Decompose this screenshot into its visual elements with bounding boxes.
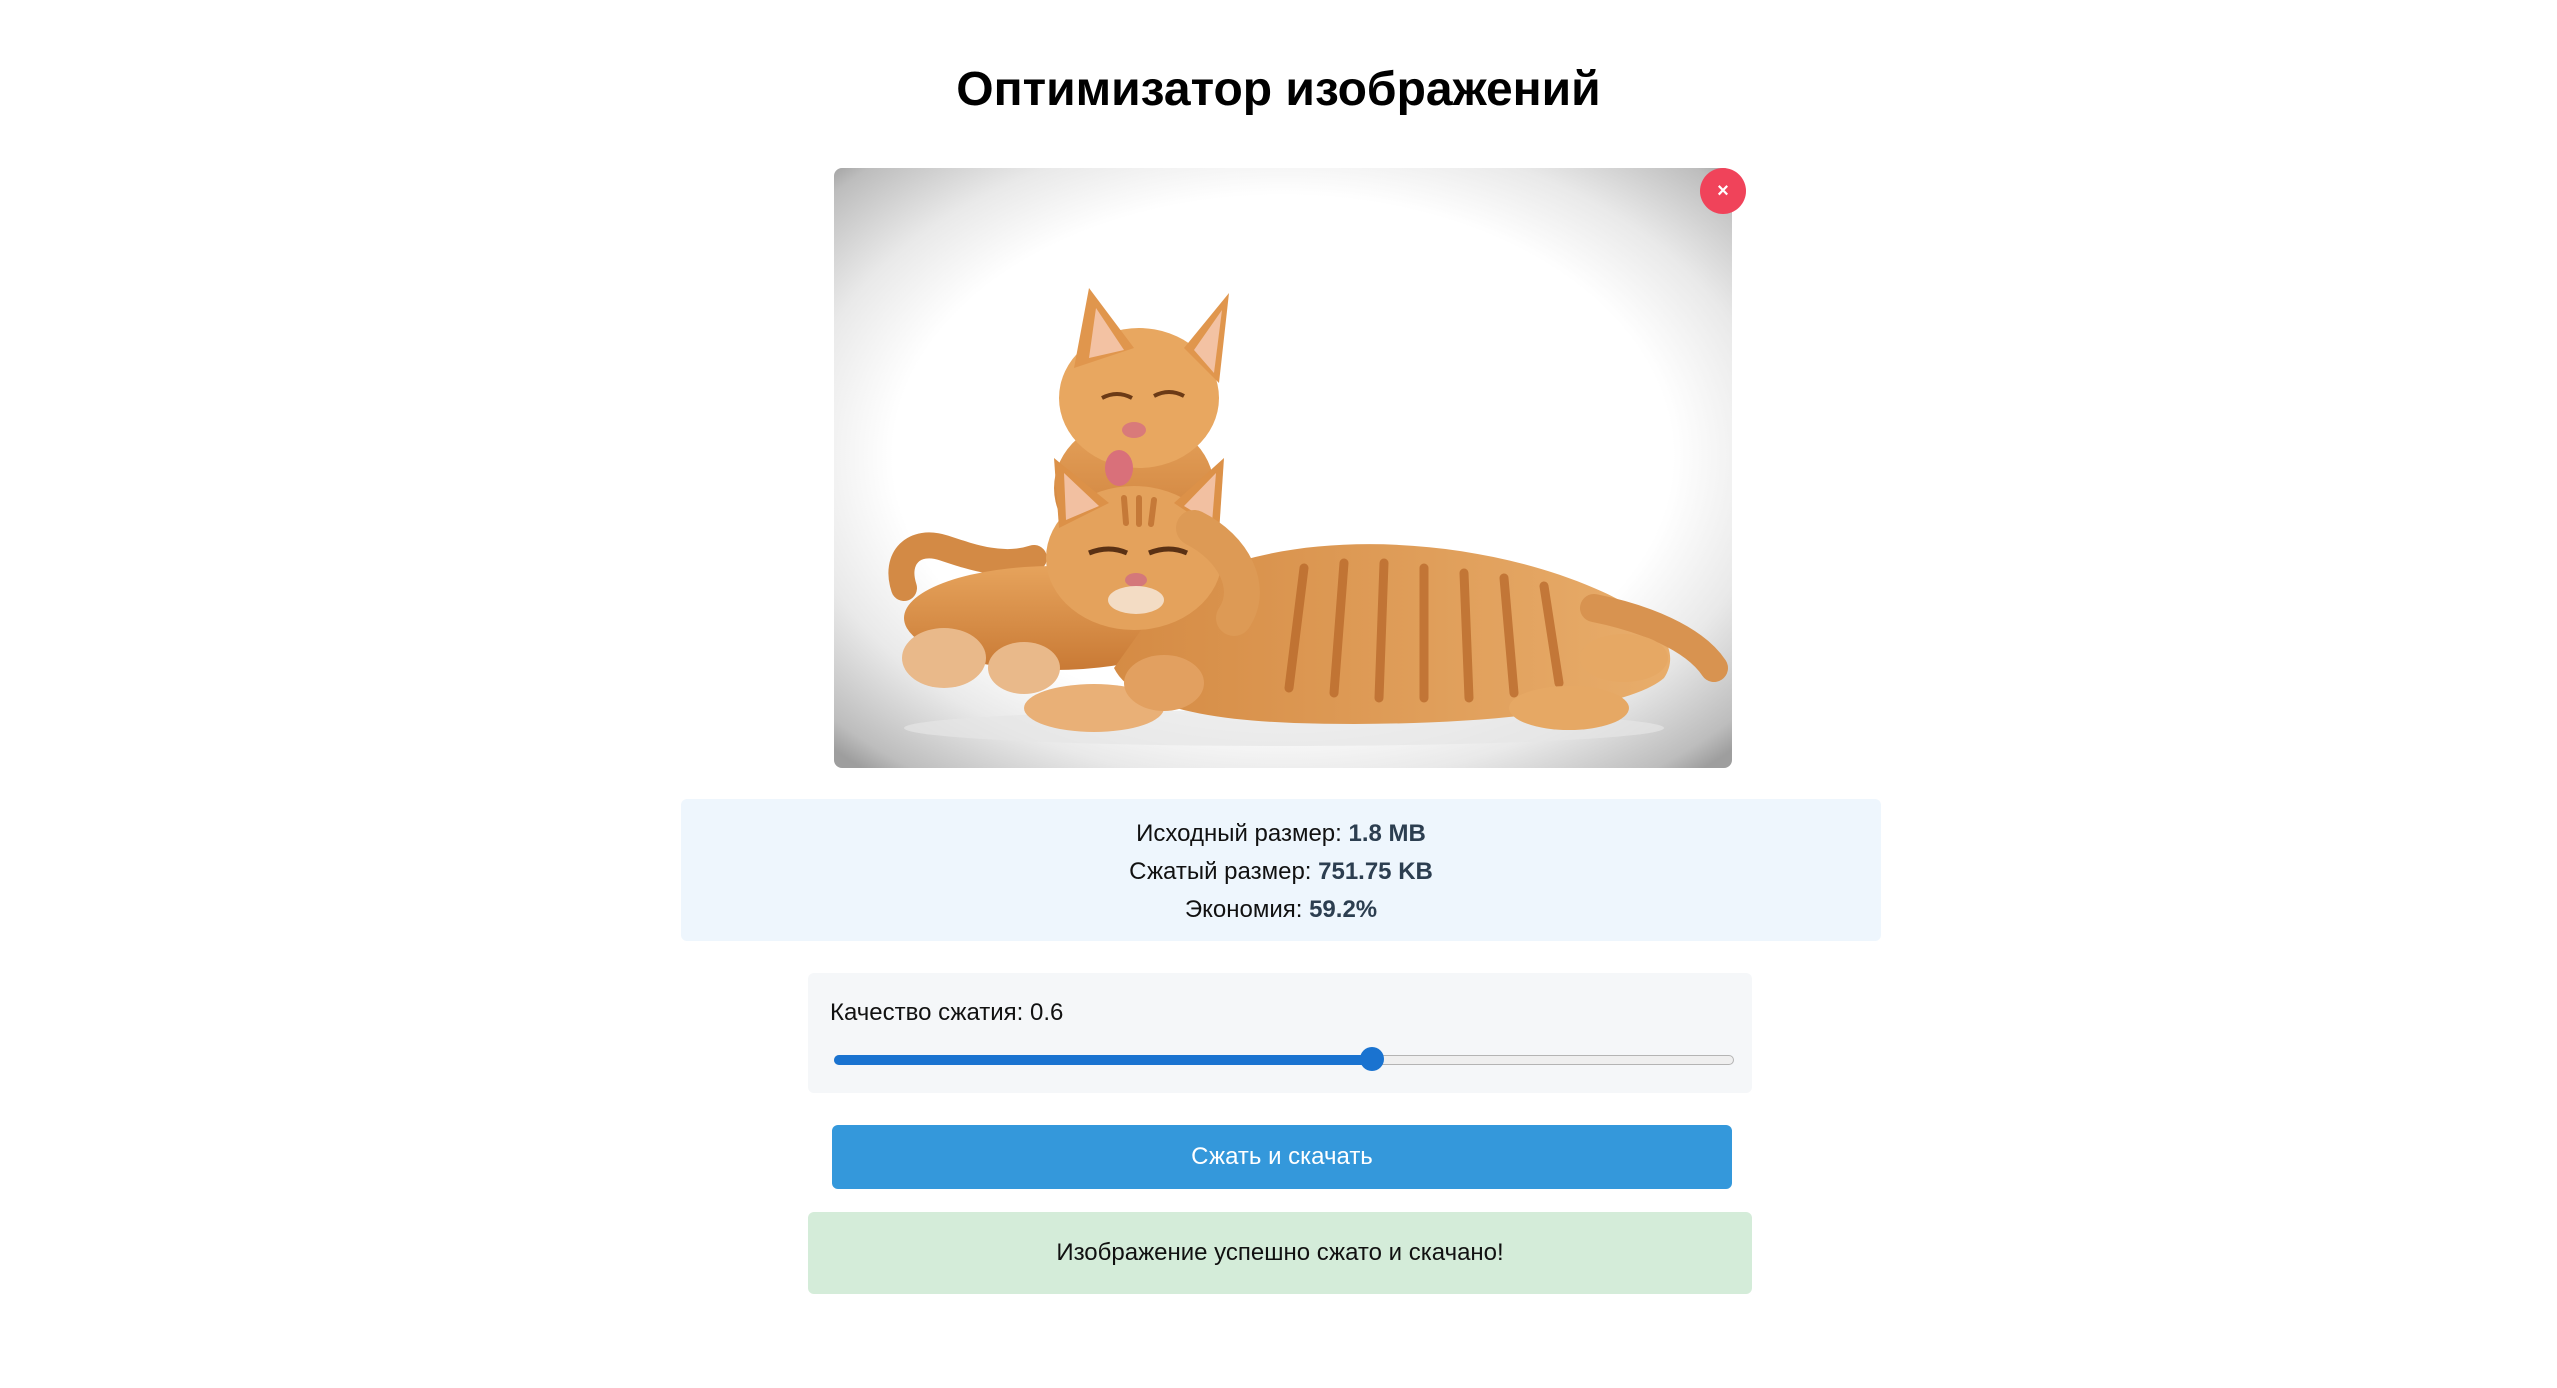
page: Оптимизатор изображений × Исходный разме…: [0, 0, 2557, 1388]
quality-slider[interactable]: [834, 1046, 1734, 1072]
savings-label: Экономия:: [1184, 896, 1303, 923]
savings-value: 59.2%: [1309, 896, 1378, 923]
savings-row: Экономия: 59.2%: [681, 891, 1881, 929]
slider-thumb[interactable]: [1359, 1047, 1384, 1071]
kittens-image: [888, 288, 1728, 746]
remove-image-button[interactable]: ×: [1700, 168, 1746, 214]
stats-panel: Исходный размер: 1.8 MB Сжатый размер: 7…: [681, 799, 1881, 941]
compressed-size-label: Сжатый размер:: [1129, 858, 1312, 885]
compressed-size-value: 751.75 KB: [1318, 858, 1433, 885]
compress-download-button[interactable]: Сжать и скачать: [832, 1125, 1732, 1189]
quality-panel: Качество сжатия: 0.6: [808, 973, 1752, 1093]
quality-label: Качество сжатия: 0.6: [830, 999, 1730, 1027]
quality-value: 0.6: [1030, 999, 1064, 1026]
original-size-row: Исходный размер: 1.8 MB: [681, 815, 1881, 853]
original-size-value: 1.8 MB: [1348, 820, 1426, 847]
quality-label-text: Качество сжатия:: [830, 999, 1024, 1026]
image-preview: [834, 168, 1732, 768]
page-title: Оптимизатор изображений: [956, 63, 1601, 116]
original-size-label: Исходный размер:: [1136, 820, 1342, 847]
compressed-size-row: Сжатый размер: 751.75 KB: [681, 853, 1881, 891]
slider-fill: [834, 1055, 1372, 1065]
success-message: Изображение успешно сжато и скачано!: [808, 1212, 1752, 1294]
